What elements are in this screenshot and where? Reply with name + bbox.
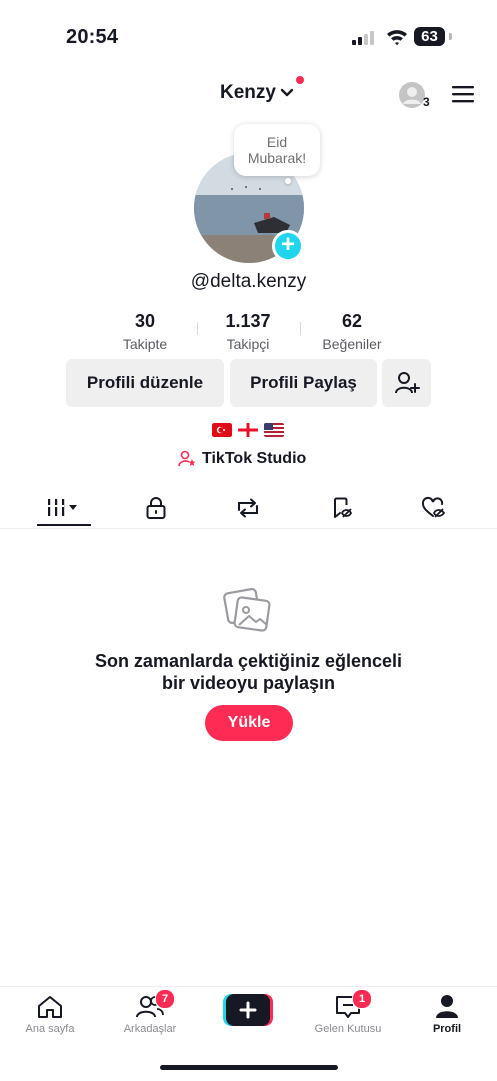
studio-label: TikTok Studio [202, 450, 307, 467]
photos-icon [223, 587, 271, 632]
account-username: Kenzy [220, 82, 276, 103]
likes-label: Beğeniler [322, 336, 382, 352]
bio-flags [212, 423, 286, 437]
cellular-signal-icon [352, 31, 374, 45]
creator-star-icon [178, 450, 196, 467]
status-time: 20:54 [66, 26, 119, 48]
profile-icon [436, 995, 458, 1018]
repost-icon [238, 498, 258, 518]
following-count: 30 [134, 311, 156, 331]
add-user-icon [394, 372, 420, 394]
visitor-avatar-icon [399, 82, 425, 108]
friends-badge: 7 [155, 989, 175, 1009]
wifi-icon [387, 30, 407, 46]
tab-private[interactable] [126, 488, 186, 528]
following-label: Takipte [122, 336, 168, 352]
tab-favorites[interactable] [312, 488, 372, 528]
georgia-flag-icon [238, 423, 258, 437]
status-note-bubble[interactable]: Eid Mubarak! [234, 124, 320, 176]
tab-reposts[interactable] [218, 488, 278, 528]
bubble-tail [285, 178, 291, 184]
empty-state-message: Son zamanlarda çektiğiniz eğlenceli bir … [0, 650, 497, 694]
create-plus-icon [223, 994, 273, 1026]
note-line-1: Eid [266, 134, 288, 150]
usa-flag-icon [264, 423, 284, 437]
visitor-count: 3 [423, 95, 430, 109]
videos-grid-icon [48, 499, 77, 516]
nav-home-label: Ana sayfa [25, 1023, 75, 1035]
nav-create[interactable] [198, 987, 298, 1047]
nav-friends-label: Arkadaşlar [123, 1023, 177, 1035]
profile-tabs [0, 488, 497, 529]
battery-level: 63 [414, 27, 445, 46]
followers-label: Takipçi [226, 336, 270, 352]
add-friend-button[interactable] [382, 359, 431, 407]
home-indicator [160, 1065, 338, 1070]
lock-icon [146, 497, 166, 519]
liked-icon [421, 496, 446, 518]
tiktok-studio-link[interactable]: TikTok Studio [178, 450, 306, 468]
edit-profile-button[interactable]: Profili düzenle [66, 359, 224, 407]
tab-liked[interactable] [404, 488, 464, 528]
hamburger-menu-icon[interactable] [452, 84, 474, 104]
tab-videos[interactable] [34, 488, 94, 528]
active-tab-indicator [37, 524, 91, 526]
likes-count: 62 [341, 311, 363, 331]
add-story-button[interactable]: + [272, 230, 304, 262]
nav-inbox[interactable]: 1 Gelen Kutusu [298, 987, 398, 1047]
home-icon [38, 996, 62, 1018]
nav-home[interactable]: Ana sayfa [0, 987, 100, 1047]
nav-inbox-label: Gelen Kutusu [314, 1023, 382, 1035]
followers-stat[interactable]: 1.137 Takipçi [193, 311, 303, 352]
turkey-flag-icon [212, 423, 232, 437]
nav-profile-label: Profil [432, 1023, 462, 1035]
nav-profile[interactable]: Profil [397, 987, 497, 1047]
account-switcher[interactable]: Kenzy [220, 82, 294, 104]
battery-icon: 63 [414, 27, 452, 46]
profile-handle: @delta.kenzy [190, 271, 307, 292]
share-profile-button[interactable]: Profili Paylaş [230, 359, 377, 407]
empty-line-1: Son zamanlarda çektiğiniz eğlenceli [94, 651, 403, 671]
followers-count: 1.137 [225, 311, 271, 331]
upload-button[interactable]: Yükle [205, 705, 293, 741]
profile-visitors-button[interactable]: 3 [398, 81, 434, 111]
chevron-down-icon [280, 88, 294, 97]
inbox-badge: 1 [352, 989, 372, 1009]
following-stat[interactable]: 30 Takipte [90, 311, 200, 352]
empty-line-2: bir videoyu paylaşın [161, 673, 336, 693]
notification-dot [296, 76, 304, 84]
favorites-icon [334, 497, 353, 518]
nav-friends[interactable]: 7 Arkadaşlar [100, 987, 200, 1047]
likes-stat[interactable]: 62 Beğeniler [297, 311, 407, 352]
note-line-2: Mubarak! [247, 150, 307, 166]
